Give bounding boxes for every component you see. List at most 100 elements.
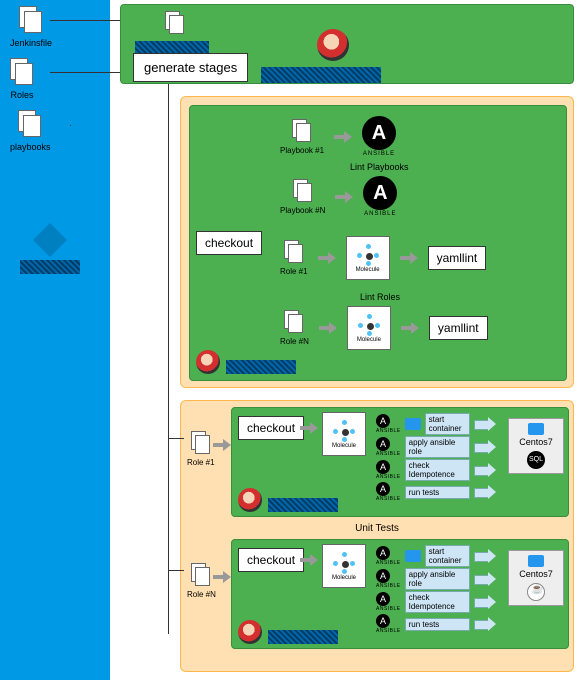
step-idem-label: check Idempotence xyxy=(405,459,470,481)
lint-roles-title: Lint Roles xyxy=(360,292,400,302)
role-1: Role #1 xyxy=(280,240,308,276)
playbook-row-n: Playbook #N A ANSIBLE xyxy=(280,176,397,217)
step-run-label: run tests xyxy=(405,486,470,499)
molecule-label: Molecule xyxy=(332,443,356,449)
roles-label: Roles xyxy=(10,90,33,100)
molecule-icon: Molecule xyxy=(346,236,390,280)
step-run-label: run tests xyxy=(405,618,470,631)
unit-tests-title: Unit Tests xyxy=(181,523,573,534)
step-run: AANSIBLE run tests xyxy=(376,614,496,634)
molecule-icon: Molecule xyxy=(322,544,366,588)
documents-icon xyxy=(191,431,211,455)
documents-icon xyxy=(191,563,211,587)
generate-stages-button[interactable]: generate stages xyxy=(133,53,248,82)
role-n: Role #N xyxy=(280,310,309,346)
docker-icon xyxy=(405,418,421,430)
playbook-1-label: Playbook #1 xyxy=(280,146,324,155)
jenkins-icon xyxy=(238,620,262,644)
arrow-icon xyxy=(334,131,352,143)
molecule-icon: Molecule xyxy=(347,306,391,350)
steps-col: AANSIBLE start container AANSIBLE apply … xyxy=(376,412,496,503)
arrow-icon xyxy=(335,191,353,203)
arrow-icon xyxy=(300,422,318,434)
connector xyxy=(70,125,71,126)
ansible-text: ANSIBLE xyxy=(362,151,396,157)
step-idem: AANSIBLE check Idempotence xyxy=(376,459,496,481)
documents-icon xyxy=(10,58,34,86)
sidebar: Jenkinsfile Roles playbooks xyxy=(0,0,110,680)
arrow-icon xyxy=(474,440,496,454)
target-centos7-2: Centos7 xyxy=(508,550,564,606)
step-start-label: start container xyxy=(425,413,470,435)
role-n-input: Role #N xyxy=(187,563,216,599)
molecule-label: Molecule xyxy=(332,575,356,581)
molecule-label: Molecule xyxy=(357,337,381,343)
arrow-icon xyxy=(400,252,418,264)
yamllint-button[interactable]: yamllint xyxy=(429,316,488,340)
docker-icon xyxy=(528,555,544,567)
step-apply-label: apply ansible role xyxy=(405,436,470,458)
docker-icon xyxy=(528,423,544,435)
ansible-mini: AANSIBLE xyxy=(376,569,401,589)
unit-jenkins-1 xyxy=(238,488,338,512)
arrow-icon xyxy=(474,463,496,477)
yamllint-button[interactable]: yamllint xyxy=(428,246,487,270)
documents-icon xyxy=(18,110,42,138)
connector-vertical xyxy=(168,84,169,634)
arrow-icon xyxy=(401,322,419,334)
role-1-label: Role #1 xyxy=(280,267,308,276)
unit-role-n: checkout Molecule AANSIBLE start contain… xyxy=(231,539,569,649)
jenkins-icon xyxy=(196,350,220,374)
unit-jenkins-n xyxy=(238,620,338,644)
sidebar-git xyxy=(20,220,80,274)
checkout-button[interactable]: checkout xyxy=(238,416,304,440)
step-idem: AANSIBLE check Idempotence xyxy=(376,591,496,613)
steps-col: AANSIBLE start container AANSIBLE apply … xyxy=(376,544,496,635)
target-centos7-1: Centos7 SQL xyxy=(508,418,564,474)
jenkins-icon xyxy=(238,488,262,512)
step-start: AANSIBLE start container xyxy=(376,545,496,567)
role-row-n: Role #N Molecule yamllint xyxy=(280,306,488,350)
hatched-placeholder xyxy=(268,630,338,644)
unit-tests-section: checkout Molecule AANSIBLE start contain… xyxy=(180,400,574,672)
lint-section: checkout Playbook #1 A ANSIBLE Lint Play… xyxy=(180,96,574,388)
generate-stages-box: generate stages xyxy=(120,4,574,84)
playbook-n-label: Playbook #N xyxy=(280,206,325,215)
molecule-label: Molecule xyxy=(356,267,380,273)
sidebar-item-playbooks: playbooks xyxy=(10,110,51,152)
arrow-icon xyxy=(213,439,231,451)
ansible-logo: A ANSIBLE xyxy=(362,116,396,157)
role-n-label: Role #N xyxy=(187,590,216,599)
step-idem-label: check Idempotence xyxy=(405,591,470,613)
molecule-icon: Molecule xyxy=(322,412,366,456)
arrow-icon xyxy=(318,252,336,264)
ansible-mini: AANSIBLE xyxy=(376,592,401,612)
checkout-button[interactable]: checkout xyxy=(196,231,262,255)
hatched-placeholder xyxy=(226,360,296,374)
sql-icon: SQL xyxy=(527,451,545,469)
arrow-icon xyxy=(474,549,496,563)
arrow-icon xyxy=(474,595,496,609)
ansible-mini: AANSIBLE xyxy=(376,437,401,457)
ansible-text: ANSIBLE xyxy=(363,211,397,217)
role-n-label: Role #N xyxy=(280,337,309,346)
playbook-row-1: Playbook #1 A ANSIBLE xyxy=(280,116,396,157)
documents-icon xyxy=(292,119,312,143)
documents-icon xyxy=(19,6,43,34)
java-icon xyxy=(527,583,545,601)
arrow-icon xyxy=(474,485,496,499)
target-2-label: Centos7 xyxy=(511,569,561,579)
connector xyxy=(168,570,184,571)
checkout-button[interactable]: checkout xyxy=(238,548,304,572)
jenkinsfile-label: Jenkinsfile xyxy=(10,38,52,48)
ansible-mini: AANSIBLE xyxy=(376,482,401,502)
hatched-placeholder xyxy=(20,260,80,274)
step-start: AANSIBLE start container xyxy=(376,413,496,435)
ansible-mini: AANSIBLE xyxy=(376,614,401,634)
ansible-mini: AANSIBLE xyxy=(376,414,401,434)
documents-icon xyxy=(284,310,304,334)
lint-jenkins xyxy=(196,350,296,374)
arrow-icon xyxy=(300,554,318,566)
playbook-n: Playbook #N xyxy=(280,179,325,215)
hatched-placeholder xyxy=(261,67,381,83)
